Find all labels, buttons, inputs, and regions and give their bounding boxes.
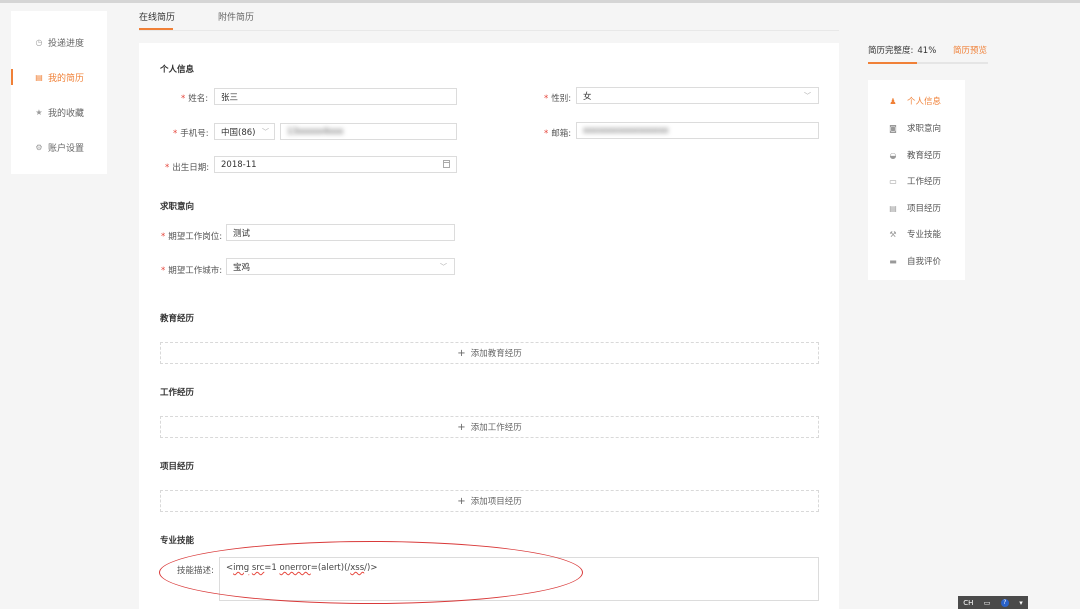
section-title-personal: 个人信息 — [160, 65, 195, 75]
add-education-button[interactable]: + 添加教育经历 — [160, 342, 819, 364]
wrench-icon: ⚒ — [889, 229, 897, 239]
gender-select-value: 女 — [583, 91, 592, 102]
email-value-redacted: xxxxxxxxxxxxxxxxx — [583, 125, 669, 136]
section-nav-skills[interactable]: ⚒ 专业技能 — [868, 225, 965, 243]
section-title-work: 工作经历 — [160, 388, 195, 398]
section-nav-label: 求职意向 — [907, 124, 942, 134]
resume-preview-link[interactable]: 简历预览 — [953, 44, 987, 56]
section-title-job-intent: 求职意向 — [160, 202, 195, 212]
section-nav-label: 工作经历 — [907, 177, 942, 187]
gender-select[interactable]: 女 ﹀ — [576, 87, 819, 104]
plus-icon: + — [457, 421, 466, 433]
star-icon: ★ — [35, 107, 43, 117]
section-title-skills: 专业技能 — [160, 536, 195, 546]
active-tab-indicator — [139, 28, 173, 30]
help-icon[interactable]: ? — [1000, 598, 1009, 607]
ime-indicator[interactable]: CH — [963, 599, 973, 607]
birth-date-value: 2018-11 — [221, 159, 257, 170]
section-nav-project[interactable]: ▤ 项目经历 — [868, 199, 965, 217]
document-icon: ▤ — [889, 203, 897, 213]
city-label: * 期望工作城市: — [161, 266, 223, 276]
sidebar-item-label: 我的收藏 — [48, 108, 85, 119]
person-icon: ♟ — [889, 96, 897, 106]
birth-date-label: * 出生日期: — [165, 163, 210, 173]
keyboard-icon[interactable]: ▭ — [984, 599, 991, 607]
add-project-label: 添加项目经历 — [470, 497, 522, 507]
sidebar-item-label: 我的简历 — [48, 73, 85, 84]
sidebar-item-label: 投递进度 — [48, 38, 85, 49]
section-nav-work[interactable]: ▭ 工作经历 — [868, 172, 965, 190]
phone-input[interactable]: 13xxxxx4xxx — [280, 123, 457, 140]
section-nav-label: 专业技能 — [907, 230, 942, 240]
section-nav-self-evaluation[interactable]: ▬ 自我评价 — [868, 252, 965, 270]
section-nav-education[interactable]: ◒ 教育经历 — [868, 146, 965, 164]
section-nav-label: 自我评价 — [907, 257, 942, 267]
chevron-down-icon: ﹀ — [804, 92, 811, 100]
left-sidebar: ◷ 投递进度 ▤ 我的简历 ★ 我的收藏 ⚙ 账户设置 — [11, 11, 107, 174]
phone-label: * 手机号: — [173, 129, 209, 139]
country-code-value: 中国(86) — [221, 127, 256, 138]
add-project-button[interactable]: + 添加项目经历 — [160, 490, 819, 512]
add-work-button[interactable]: + 添加工作经历 — [160, 416, 819, 438]
tab-divider — [139, 30, 839, 31]
completeness-value: 41% — [917, 46, 937, 56]
sidebar-item-my-resume[interactable]: ▤ 我的简历 — [11, 67, 107, 87]
tab-online-resume[interactable]: 在线简历 — [139, 10, 175, 23]
section-nav-label: 项目经历 — [907, 204, 942, 214]
graduation-cap-icon: ◒ — [889, 150, 897, 160]
plus-icon: + — [457, 495, 466, 507]
name-label: * 姓名: — [181, 94, 209, 104]
position-input[interactable]: 测试 — [226, 224, 455, 241]
section-nav-intent[interactable]: ◙ 求职意向 — [868, 119, 965, 137]
chevron-down-icon: ﹀ — [440, 263, 447, 271]
sidebar-item-label: 账户设置 — [48, 143, 85, 154]
add-work-label: 添加工作经历 — [470, 423, 522, 433]
name-input[interactable]: 张三 — [214, 88, 457, 105]
phone-value-redacted: 13xxxxx4xxx — [287, 126, 344, 137]
chevron-down-icon: ﹀ — [262, 128, 269, 136]
section-nav-label: 个人信息 — [907, 97, 942, 107]
city-select[interactable]: 宝鸡 ﹀ — [226, 258, 455, 275]
section-nav: ♟ 个人信息 ◙ 求职意向 ◒ 教育经历 ▭ 工作经历 ▤ 项目经历 ⚒ 专业技… — [868, 80, 965, 280]
gender-label: * 性别: — [544, 94, 572, 104]
briefcase-icon: ◙ — [889, 123, 897, 133]
tab-attachment-resume[interactable]: 附件简历 — [218, 10, 254, 23]
browser-top-border — [0, 0, 1080, 3]
menu-arrow-icon[interactable]: ▾ — [1019, 599, 1023, 607]
section-title-project: 项目经历 — [160, 462, 195, 472]
calendar-icon — [443, 160, 450, 168]
section-title-education: 教育经历 — [160, 314, 195, 324]
bag-icon: ▭ — [889, 176, 897, 186]
country-code-select[interactable]: 中国(86) ﹀ — [214, 123, 275, 140]
comment-icon: ▬ — [889, 256, 897, 266]
birth-date-picker[interactable]: 2018-11 — [214, 156, 457, 173]
plus-icon: + — [457, 347, 466, 359]
email-label: * 邮箱: — [544, 129, 572, 139]
section-nav-personal[interactable]: ♟ 个人信息 — [868, 92, 965, 110]
resume-icon: ▤ — [35, 72, 43, 82]
settings-icon: ⚙ — [35, 142, 43, 152]
section-nav-label: 教育经历 — [907, 151, 942, 161]
sidebar-item-account-settings[interactable]: ⚙ 账户设置 — [11, 137, 107, 157]
completeness-bar-fill — [868, 62, 917, 64]
sidebar-item-favorites[interactable]: ★ 我的收藏 — [11, 102, 107, 122]
clock-icon: ◷ — [35, 37, 43, 47]
email-input[interactable]: xxxxxxxxxxxxxxxxx — [576, 122, 819, 139]
completeness-label: 简历完整度: 41% — [868, 46, 937, 56]
city-select-value: 宝鸡 — [233, 262, 251, 273]
add-education-label: 添加教育经历 — [470, 349, 522, 359]
sidebar-item-progress[interactable]: ◷ 投递进度 — [11, 32, 107, 52]
annotation-ellipse — [159, 541, 583, 604]
position-label: * 期望工作岗位: — [161, 232, 223, 242]
taskbar-ime: CH ▭ ? ▾ — [958, 596, 1028, 609]
